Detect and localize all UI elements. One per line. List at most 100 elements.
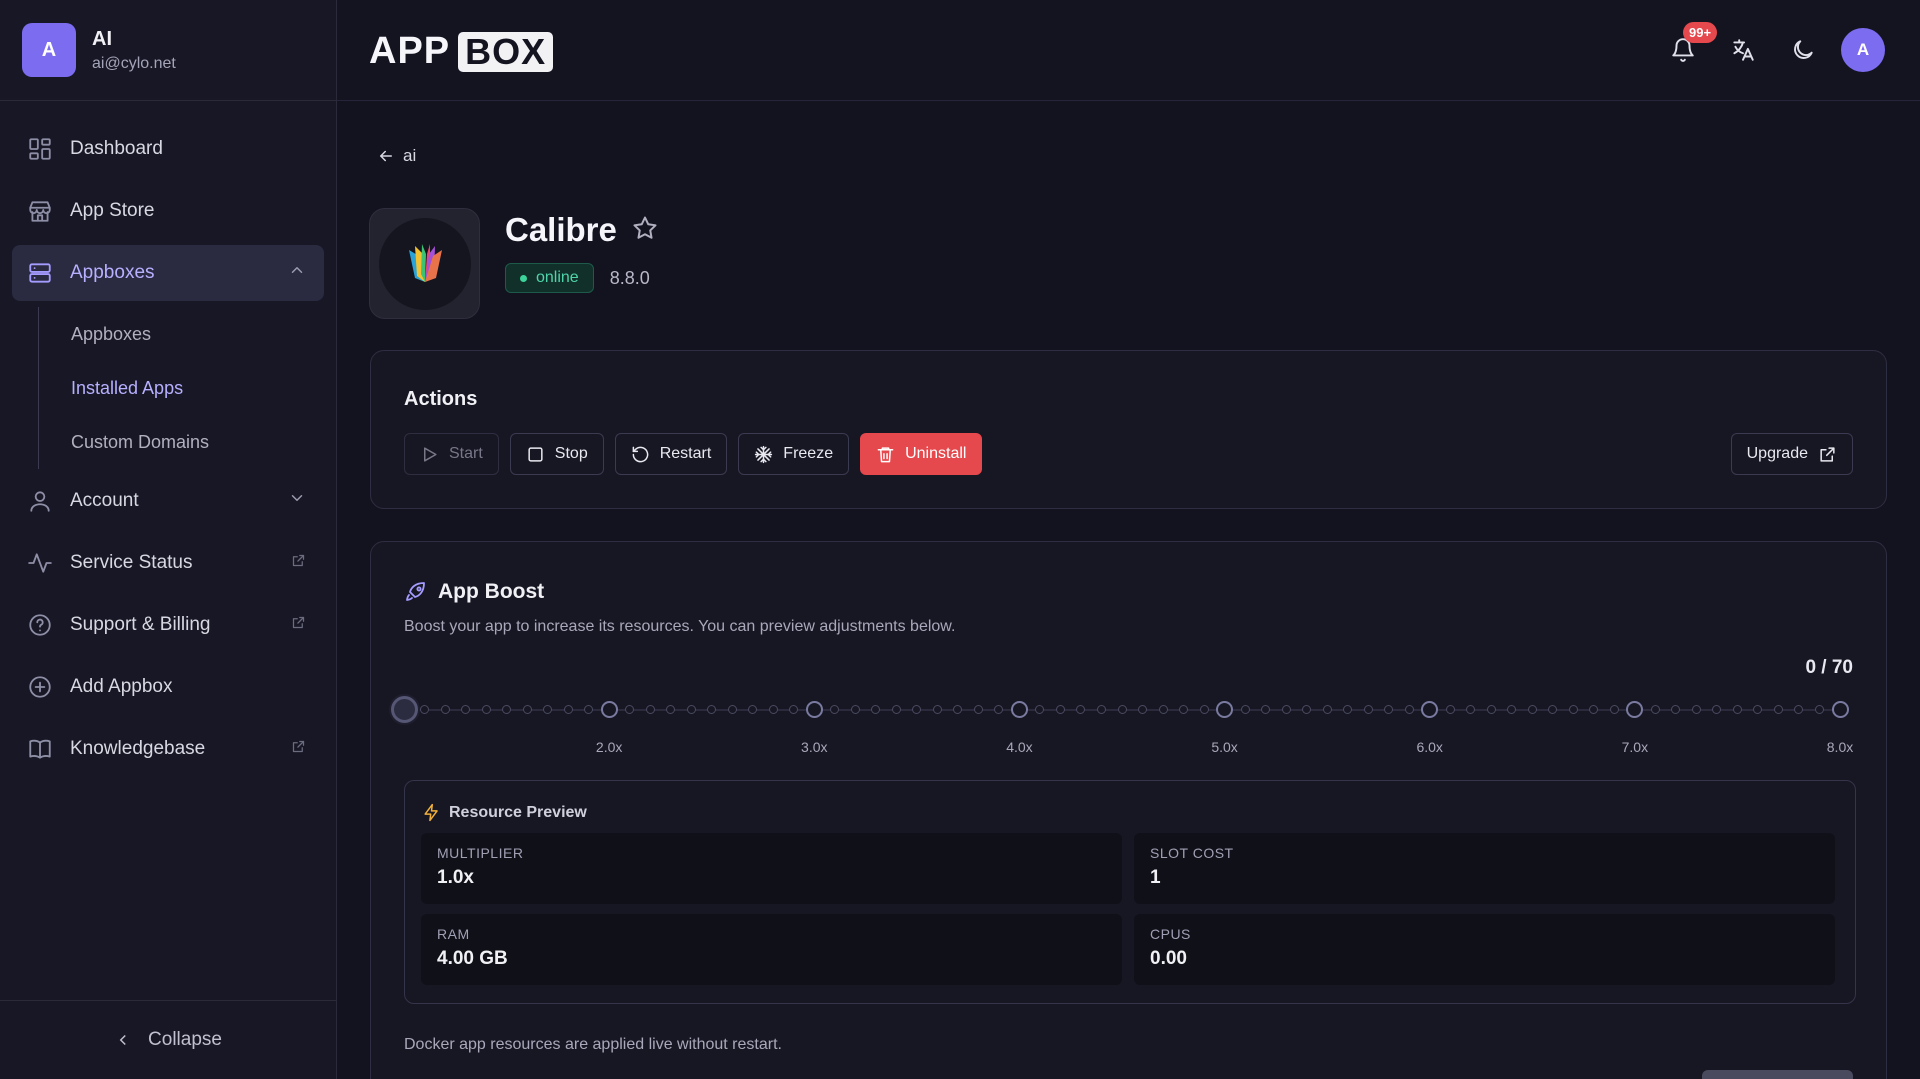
slider-tick[interactable] [420,705,429,714]
slider-tick[interactable] [871,705,881,714]
slider-major-tick[interactable] [1216,701,1234,718]
slider-tick[interactable] [912,705,922,714]
slider-tick[interactable] [1404,705,1414,714]
header-avatar[interactable]: A [1841,28,1885,72]
slider-tick[interactable] [830,705,840,714]
favorite-star-icon[interactable] [617,214,659,247]
slider-major-tick[interactable] [600,701,618,718]
slider-tick[interactable] [440,705,450,714]
stop-button[interactable]: Stop [509,433,604,475]
slider-tick[interactable] [1732,705,1742,714]
slider-tick[interactable] [1691,705,1701,714]
slider-tick[interactable] [748,705,758,714]
collapse-sidebar-button[interactable]: Collapse [0,1000,336,1079]
sidebar-item-service-status[interactable]: Service Status [12,535,324,591]
slider-tick[interactable] [1096,705,1106,714]
slider-tick[interactable] [891,705,901,714]
slider-thumb[interactable] [390,696,418,723]
boost-slider[interactable]: 2.0x 3.0x 4.0x 5.0x 6.0x 7.0x 8.0x [387,687,1857,755]
slider-tick[interactable] [932,705,942,714]
slider-major-tick[interactable] [1421,701,1439,718]
sidebar-item-account[interactable]: Account [12,473,324,529]
slider-tick[interactable] [789,705,799,714]
slider-tick[interactable] [1076,705,1086,714]
slider-tick[interactable] [1794,705,1804,714]
slider-tick[interactable] [1384,705,1394,714]
slider-tick[interactable] [1322,705,1332,714]
user-profile[interactable]: A AI ai@cylo.net [0,0,336,101]
slider-tick[interactable] [1548,705,1558,714]
slider-tick[interactable] [1302,705,1312,714]
slider-tick[interactable] [461,705,471,714]
slider-tick[interactable] [1363,705,1373,714]
slider-tick[interactable] [1158,705,1168,714]
sidebar-item-add-appbox[interactable]: Add Appbox [12,659,324,715]
start-button[interactable]: Start [404,433,499,475]
sidebar-item-app-store[interactable]: App Store [12,183,324,239]
freeze-button[interactable]: Freeze [738,433,850,475]
slider-tick[interactable] [502,705,512,714]
submenu-item-appboxes[interactable]: Appboxes [71,307,336,361]
slider-tick[interactable] [1343,705,1353,714]
slider-major-tick[interactable] [1831,701,1849,718]
slider-tick[interactable] [1650,705,1660,714]
slider-tick[interactable] [1117,705,1127,714]
theme-toggle-button[interactable] [1781,28,1825,72]
slider-tick[interactable] [850,705,860,714]
slider-tick[interactable] [666,705,676,714]
slider-tick[interactable] [645,705,655,714]
sidebar-item-appboxes[interactable]: Appboxes [12,245,324,301]
slider-tick[interactable] [953,705,963,714]
slider-major-tick[interactable] [805,701,823,718]
slider-tick[interactable] [1712,705,1722,714]
slider-tick[interactable] [686,705,696,714]
slider-tick[interactable] [1671,705,1681,714]
slider-tick[interactable] [973,705,983,714]
back-link[interactable]: ai [377,146,416,166]
upgrade-button[interactable]: Upgrade [1730,433,1853,475]
slider-tick[interactable] [1486,705,1496,714]
apply-boost-button[interactable] [1702,1070,1853,1079]
slider-tick[interactable] [1609,705,1619,714]
sidebar-item-dashboard[interactable]: Dashboard [12,121,324,177]
slider-tick[interactable] [1261,705,1271,714]
slider-tick[interactable] [1055,705,1065,714]
slider-tick[interactable] [768,705,778,714]
slider-tick[interactable] [543,705,553,714]
slider-tick[interactable] [584,705,594,714]
slider-tick[interactable] [994,705,1004,714]
sidebar-item-support-billing[interactable]: Support & Billing [12,597,324,653]
slider-tick[interactable] [1527,705,1537,714]
slider-tick[interactable] [481,705,491,714]
sidebar-item-knowledgebase[interactable]: Knowledgebase [12,721,324,777]
restart-button[interactable]: Restart [614,433,728,475]
slider-tick[interactable] [1179,705,1189,714]
slider-tick[interactable] [1814,705,1824,714]
uninstall-button[interactable]: Uninstall [860,433,983,475]
appbox-logo[interactable]: APP BOX [369,30,554,73]
slider-tick[interactable] [1035,705,1045,714]
slider-tick[interactable] [1240,705,1250,714]
language-button[interactable] [1721,28,1765,72]
slider-major-tick[interactable] [1010,701,1028,718]
slider-tick[interactable] [1773,705,1783,714]
slider-tick[interactable] [1507,705,1517,714]
submenu-item-installed-apps[interactable]: Installed Apps [71,361,336,415]
slider-tick[interactable] [707,705,717,714]
slider-tick[interactable] [1445,705,1455,714]
notifications-button[interactable]: 99+ [1661,22,1718,72]
slot-cost-label: SLOT COST [1150,845,1234,861]
slider-tick[interactable] [1281,705,1291,714]
slider-tick[interactable] [1589,705,1599,714]
slider-tick[interactable] [522,705,532,714]
submenu-item-custom-domains[interactable]: Custom Domains [71,415,336,469]
slider-tick[interactable] [625,705,635,714]
slider-major-tick[interactable] [1626,701,1644,718]
slider-tick[interactable] [1753,705,1763,714]
slider-tick[interactable] [1568,705,1578,714]
slider-tick[interactable] [563,705,573,714]
slider-tick[interactable] [1199,705,1209,714]
slider-tick[interactable] [727,705,737,714]
slider-tick[interactable] [1466,705,1476,714]
slider-tick[interactable] [1138,705,1147,714]
